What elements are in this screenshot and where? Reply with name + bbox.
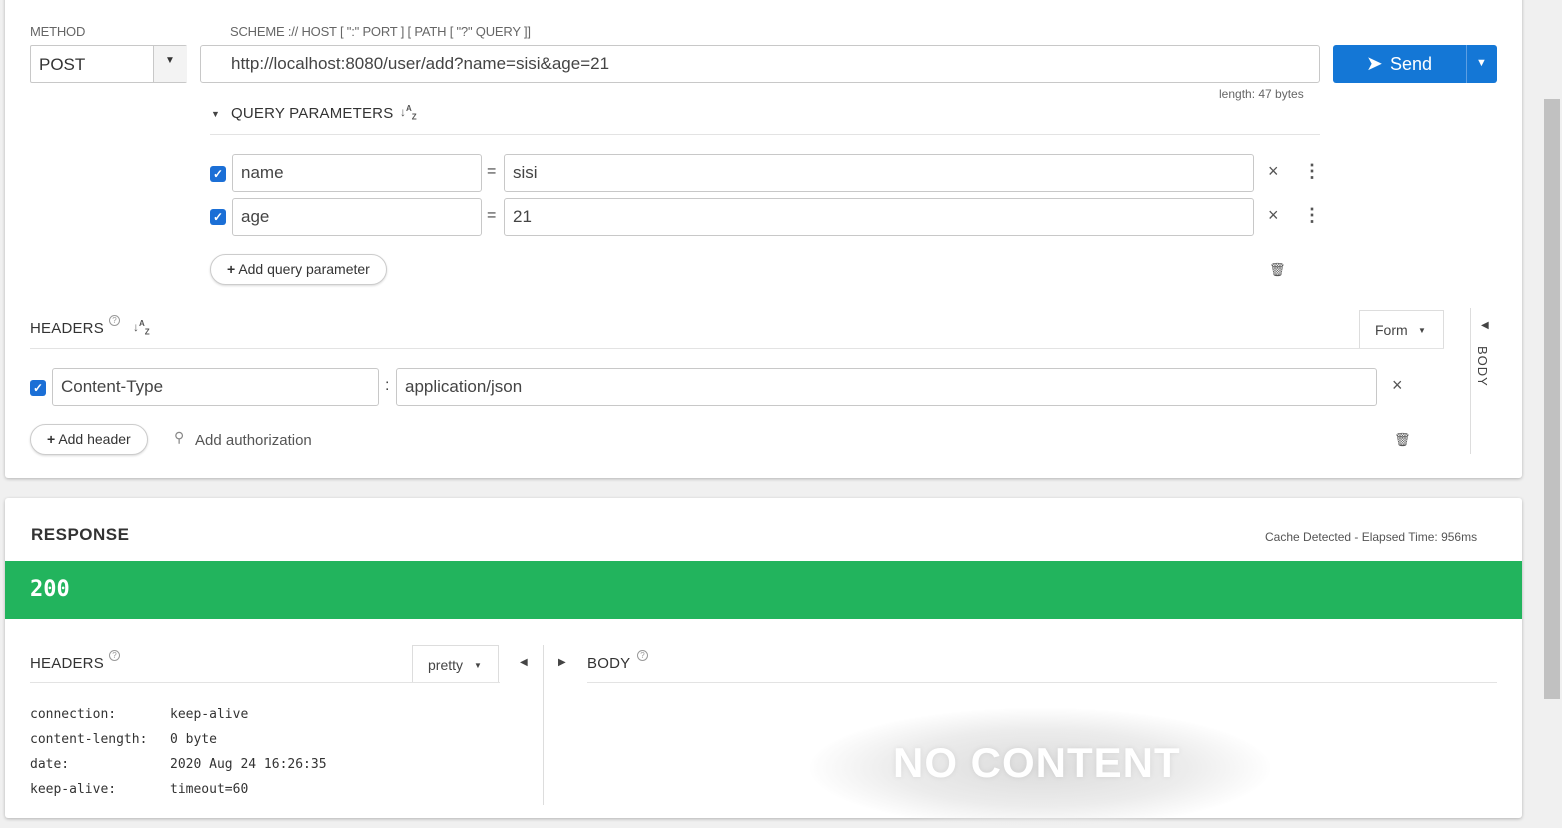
response-headers-title: HEADERS bbox=[30, 655, 104, 672]
method-label: METHOD bbox=[30, 24, 86, 39]
more-options-icon[interactable]: ⋮ bbox=[1303, 205, 1321, 226]
collapse-caret-icon[interactable]: ▼ bbox=[211, 109, 220, 119]
query-params-title: QUERY PARAMETERS bbox=[231, 105, 394, 122]
response-header-name: connection: bbox=[30, 707, 117, 722]
colon-sign: : bbox=[385, 377, 390, 394]
add-query-param-label: Add query parameter bbox=[238, 261, 370, 277]
url-input[interactable]: http://localhost:8080/user/add?name=sisi… bbox=[200, 45, 1320, 83]
remove-param-icon[interactable]: × bbox=[1268, 205, 1279, 226]
response-header-value: 0 byte bbox=[170, 732, 217, 747]
add-query-param-button[interactable]: + Add query parameter bbox=[210, 254, 387, 285]
body-tab[interactable]: ◀ BODY bbox=[1473, 318, 1503, 398]
help-icon[interactable]: ? bbox=[109, 315, 120, 326]
headers-title: HEADERS bbox=[30, 320, 104, 337]
param-key-input[interactable]: age bbox=[232, 198, 482, 236]
response-header-name: date: bbox=[30, 757, 70, 772]
caret-left-icon: ◀ bbox=[1481, 320, 1489, 331]
help-icon[interactable]: ? bbox=[109, 650, 120, 661]
param-value-input[interactable]: 21 bbox=[504, 198, 1254, 236]
headers-mode-value: Form bbox=[1375, 322, 1408, 338]
method-select[interactable]: POST ▼ bbox=[30, 45, 187, 83]
plus-icon: + bbox=[227, 261, 236, 277]
more-options-icon[interactable]: ⋮ bbox=[1303, 161, 1321, 182]
remove-param-icon[interactable]: × bbox=[1268, 161, 1279, 182]
response-cache-info: Cache Detected - Elapsed Time: 956ms bbox=[1265, 530, 1478, 544]
response-title: RESPONSE bbox=[31, 525, 130, 544]
remove-header-icon[interactable]: × bbox=[1392, 375, 1403, 396]
status-bar: 200 bbox=[5, 561, 1522, 619]
param-value-input[interactable]: sisi bbox=[504, 154, 1254, 192]
trash-icon[interactable]: 🗑 bbox=[1269, 262, 1286, 278]
request-panel: METHOD SCHEME :// HOST [ ":" PORT ] [ PA… bbox=[5, 0, 1522, 478]
header-checkbox[interactable]: ✓ bbox=[30, 380, 46, 396]
response-headers-mode-select[interactable]: pretty ▼ bbox=[412, 645, 499, 683]
param-value: 21 bbox=[513, 207, 532, 226]
send-label: Send bbox=[1390, 54, 1433, 74]
no-content-label: NO CONTENT bbox=[893, 739, 1181, 786]
scrollbar-thumb[interactable] bbox=[1544, 99, 1560, 699]
send-button[interactable]: ➤ Send bbox=[1333, 45, 1466, 83]
add-header-button[interactable]: + Add header bbox=[30, 424, 148, 455]
body-divider bbox=[1470, 308, 1471, 454]
caret-down-icon: ▼ bbox=[1476, 57, 1487, 69]
caret-down-icon: ▼ bbox=[1418, 326, 1426, 335]
url-length: length: 47 bytes bbox=[1219, 87, 1304, 101]
header-value-input[interactable]: application/json bbox=[396, 368, 1377, 406]
equals-sign: = bbox=[487, 163, 497, 180]
caret-left-icon[interactable]: ◀ bbox=[520, 657, 528, 668]
method-value: POST bbox=[39, 55, 86, 74]
header-key-input[interactable]: Content-Type bbox=[52, 368, 379, 406]
param-key-input[interactable]: name bbox=[232, 154, 482, 192]
headers-mode-select[interactable]: Form ▼ bbox=[1359, 310, 1444, 349]
param-key: name bbox=[241, 163, 284, 182]
response-header-value: timeout=60 bbox=[170, 782, 249, 797]
response-header-name: content-length: bbox=[30, 732, 148, 747]
param-key: age bbox=[241, 207, 270, 226]
param-checkbox[interactable]: ✓ bbox=[210, 209, 226, 225]
add-authorization-link[interactable]: Add authorization bbox=[195, 432, 312, 449]
response-headers-mode-value: pretty bbox=[428, 657, 464, 673]
response-body-divider bbox=[587, 682, 1497, 683]
add-header-label: Add header bbox=[58, 431, 131, 447]
url-label: SCHEME :// HOST [ ":" PORT ] [ PATH [ "?… bbox=[230, 24, 531, 39]
equals-sign: = bbox=[487, 207, 497, 224]
method-dropdown-toggle[interactable]: ▼ bbox=[153, 46, 187, 82]
send-options-button[interactable]: ▼ bbox=[1466, 45, 1497, 83]
caret-right-icon[interactable]: ▶ bbox=[558, 657, 566, 668]
help-icon[interactable]: ? bbox=[637, 650, 648, 661]
response-panel: RESPONSE Cache Detected - Elapsed Time: … bbox=[5, 498, 1522, 828]
param-checkbox[interactable]: ✓ bbox=[210, 166, 226, 182]
send-icon: ➤ bbox=[1366, 53, 1383, 75]
scrollbar-track[interactable] bbox=[1542, 0, 1562, 797]
headers-divider bbox=[30, 348, 1444, 349]
response-headers-divider bbox=[30, 682, 500, 683]
query-divider bbox=[210, 134, 1320, 135]
caret-down-icon: ▼ bbox=[165, 55, 175, 66]
sort-az-icon[interactable]: ↓AZ bbox=[400, 104, 417, 121]
response-header-name: keep-alive: bbox=[30, 782, 117, 797]
trash-icon[interactable]: 🗑 bbox=[1394, 432, 1411, 448]
param-value: sisi bbox=[513, 163, 538, 182]
plus-icon: + bbox=[47, 431, 56, 447]
pane-divider bbox=[543, 645, 544, 805]
response-header-value: keep-alive bbox=[170, 707, 249, 722]
header-key: Content-Type bbox=[61, 377, 164, 396]
key-icon: ⚲ bbox=[174, 429, 185, 445]
caret-down-icon: ▼ bbox=[474, 661, 482, 670]
url-value: http://localhost:8080/user/add?name=sisi… bbox=[231, 54, 610, 73]
header-value: application/json bbox=[405, 377, 523, 396]
status-code: 200 bbox=[30, 577, 70, 602]
sort-az-icon[interactable]: ↓AZ bbox=[133, 319, 150, 336]
body-tab-label: BODY bbox=[1475, 346, 1490, 387]
response-body-title: BODY bbox=[587, 655, 631, 672]
response-header-value: 2020 Aug 24 16:26:35 bbox=[170, 757, 327, 772]
